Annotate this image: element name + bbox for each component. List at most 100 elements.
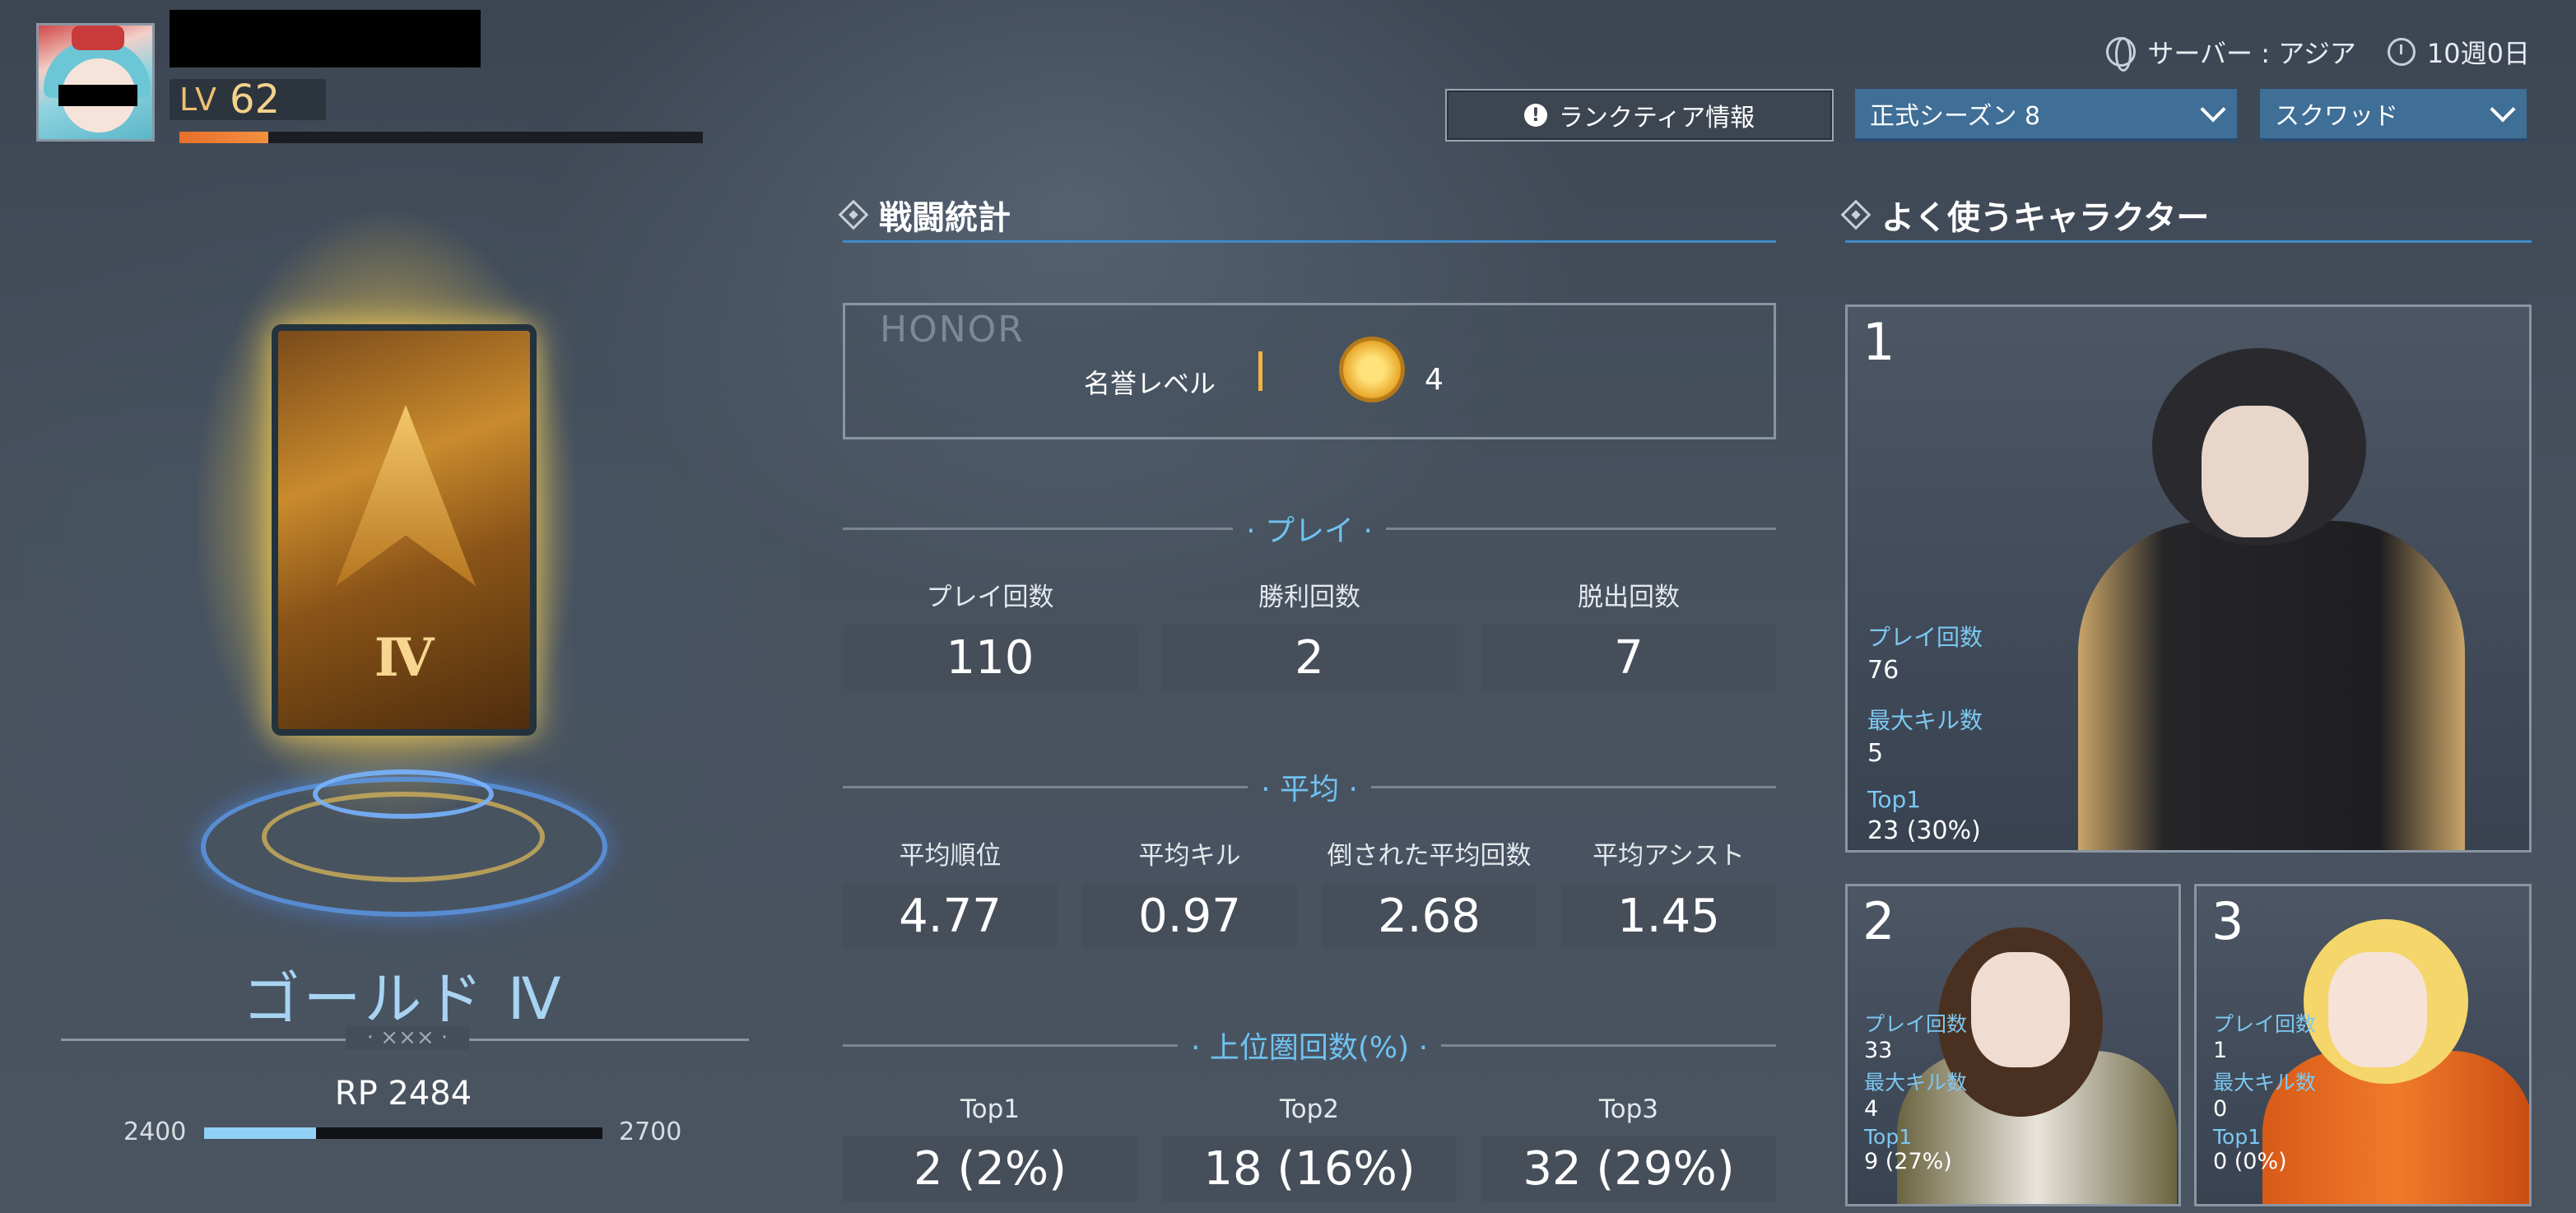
battle-stats-header: 戦闘統計 (838, 191, 1011, 239)
characters-underline (1845, 240, 2532, 243)
character-card-1[interactable]: 1 プレイ回数 76 最大キル数 5 Top1 23 (30%) (1845, 304, 2532, 853)
stat-value: 32 (29%) (1481, 1136, 1776, 1201)
character-stats: プレイ回数 76 最大キル数 5 Top1 23 (30%) (1867, 620, 1983, 845)
rank-tier-info-label: ランクティア情報 (1558, 104, 1755, 132)
character-card-2[interactable]: 2 プレイ回数 33 最大キル数 4 Top1 9 (27%) (1845, 884, 2181, 1206)
characters-title: よく使うキャラクター (1881, 199, 2210, 237)
stat-value: 1.45 (1561, 883, 1776, 949)
xp-bar (179, 132, 703, 143)
plays-label: プレイ回数 (1864, 1012, 1968, 1036)
top1-label: Top1 (1867, 786, 1922, 813)
max-kills-label: 最大キル数 (1864, 1071, 1968, 1094)
server-info: サーバー : アジア 10週0日 (2106, 33, 2530, 72)
mode-dropdown-value: スクワッド (2275, 102, 2398, 131)
section-line (843, 1043, 1178, 1047)
level-value: 62 (230, 77, 281, 123)
avatar-censor-bar (58, 85, 137, 106)
stat-label: 平均アシスト (1593, 841, 1745, 871)
stat-value: 2.68 (1322, 883, 1537, 949)
play-section-header: · プレイ · (843, 507, 1776, 550)
rp-max: 2700 (619, 1118, 682, 1146)
season-time: 10週0日 (2426, 38, 2530, 69)
honor-level-value: 4 (1425, 363, 1444, 397)
stat-value: 2 (2%) (843, 1136, 1137, 1201)
stat-label: 脱出回数 (1578, 583, 1680, 612)
top-section-header: · 上位圏回数(%) · (843, 1024, 1777, 1067)
stat-label: 勝利回数 (1258, 583, 1360, 612)
max-kills-value: 0 (2213, 1096, 2228, 1122)
avatar-bow (72, 26, 124, 50)
rank-emblem-card: Ⅳ (272, 324, 537, 736)
rank-tier-info-button[interactable]: ! ランクティア情報 (1445, 89, 1834, 142)
plays-label: プレイ回数 (1867, 624, 1983, 651)
rank-points: RP 2484 (334, 1075, 472, 1113)
rank-emblem-icon (336, 405, 476, 586)
max-kills-value: 4 (1864, 1096, 1879, 1122)
season-dropdown[interactable]: 正式シーズン 8 (1855, 89, 2237, 142)
stat-value: 2 (1162, 625, 1457, 690)
max-kills-label: 最大キル数 (2213, 1071, 2317, 1094)
stat-label: Top1 (960, 1094, 1021, 1124)
plays-value: 33 (1864, 1038, 1893, 1063)
character-portrait (2062, 332, 2490, 850)
stat-value: 7 (1481, 625, 1776, 690)
max-kills-value: 5 (1867, 739, 1884, 768)
average-section-title: · 平均 · (1261, 773, 1358, 806)
character-stats: プレイ回数 33 最大キル数 4 Top1 9 (27%) (1864, 1008, 1967, 1174)
diamond-icon (838, 199, 869, 230)
level-box: LV 62 (170, 77, 326, 123)
battle-stats-title: 戦闘統計 (879, 199, 1011, 237)
battle-stats-underline (843, 240, 1776, 243)
honor-level-label: 名誉レベル (1084, 368, 1216, 399)
character-stats: プレイ回数 1 最大キル数 0 Top1 0 (0%) (2213, 1008, 2316, 1174)
rank-name: ゴールド Ⅳ (242, 965, 565, 1033)
honor-medal-icon (1339, 337, 1405, 402)
character-rank: 3 (2211, 891, 2244, 951)
stat-value: 110 (843, 625, 1137, 690)
section-line (1441, 1043, 1777, 1047)
section-line (1370, 785, 1776, 788)
stat-label: 平均キル (1138, 841, 1241, 871)
play-section-title: · プレイ · (1246, 514, 1373, 548)
stat-label: 平均順位 (899, 841, 1002, 871)
character-face (2202, 406, 2309, 537)
season-dropdown-value: 正式シーズン 8 (1870, 102, 2041, 131)
honor-tag: HONOR (880, 309, 1025, 351)
top1-label: Top1 (2213, 1125, 2262, 1149)
top1-value: 23 (30%) (1867, 816, 1981, 845)
player-avatar[interactable] (36, 23, 155, 142)
top-section-title: · 上位圏回数(%) · (1190, 1031, 1429, 1065)
stat-value: 4.77 (843, 883, 1058, 949)
plays-value: 1 (2213, 1038, 2228, 1063)
stat-label: Top2 (1279, 1094, 1340, 1124)
top1-value: 0 (0%) (2213, 1149, 2287, 1174)
stat-label: プレイ回数 (926, 583, 1054, 612)
character-card-3[interactable]: 3 プレイ回数 1 最大キル数 0 Top1 0 (0%) (2194, 884, 2532, 1206)
rank-pedestal-ring-top (313, 769, 494, 819)
character-body (2078, 521, 2465, 850)
character-face (2328, 952, 2427, 1067)
clock-icon (2387, 38, 2416, 66)
section-line (843, 785, 1248, 788)
chevron-down-icon (2490, 96, 2516, 123)
rp-progress-fill (204, 1127, 316, 1139)
rp-min: 2400 (123, 1118, 187, 1146)
stat-value: 0.97 (1082, 883, 1297, 949)
rank-card-numeral: Ⅳ (374, 627, 435, 689)
character-rank: 2 (1862, 891, 1895, 951)
globe-icon (2106, 37, 2137, 72)
diamond-icon (1840, 199, 1872, 230)
rp-progress-bar (204, 1127, 602, 1139)
chevron-down-icon (2200, 96, 2226, 123)
server-label: サーバー : アジア (2147, 38, 2356, 69)
xp-bar-fill (179, 132, 269, 143)
honor-separator (1258, 351, 1262, 391)
section-line (843, 527, 1234, 530)
average-stats-grid: 平均順位 平均キル 倒された平均回数 平均アシスト 4.77 0.97 2.68… (843, 834, 1776, 949)
max-kills-label: 最大キル数 (1867, 707, 1983, 734)
stat-label: 倒された平均回数 (1327, 841, 1532, 871)
mode-dropdown[interactable]: スクワッド (2260, 89, 2527, 142)
section-line (1385, 527, 1776, 530)
character-rank: 1 (1862, 312, 1895, 372)
play-stats-grid: プレイ回数 勝利回数 脱出回数 110 2 7 (843, 576, 1776, 690)
